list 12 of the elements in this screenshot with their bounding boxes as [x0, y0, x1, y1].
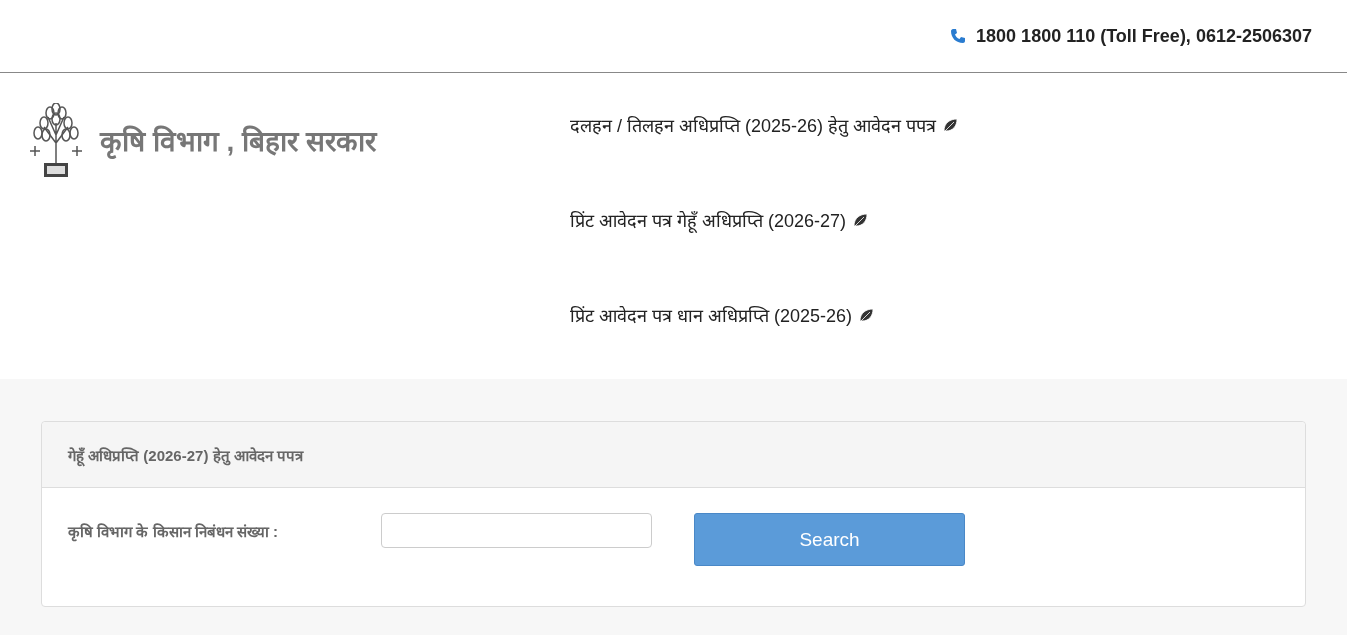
registration-number-field[interactable] [381, 513, 652, 548]
field-label: कृषि विभाग के किसान निबंधन संख्या : [68, 522, 279, 541]
nav-link[interactable]: प्रिंट आवेदन पत्र गेहूँ अधिप्रप्ति (2026-27) [570, 208, 960, 232]
panel-heading: गेहूँ अधिप्रप्ति (2026-27) हेतु आवेदन पपत्र [68, 444, 303, 465]
leaf-icon [942, 117, 960, 133]
nav-link[interactable]: दलहन / तिलहन अधिप्रप्ति (2025-26) हेतु आवेदन पपत्र [570, 113, 960, 137]
site-title: कृषि विभाग , बिहार सरकार [100, 124, 376, 159]
nav-link[interactable]: प्रिंट आवेदन पत्र धान अधिप्रप्ति (2025-26) [570, 303, 960, 327]
phone-icon [950, 28, 967, 44]
phone-number: 1800 1800 110 (Toll Free), 0612-2506307 [976, 25, 1312, 47]
leaf-icon [852, 212, 870, 228]
leaf-icon [858, 307, 876, 323]
